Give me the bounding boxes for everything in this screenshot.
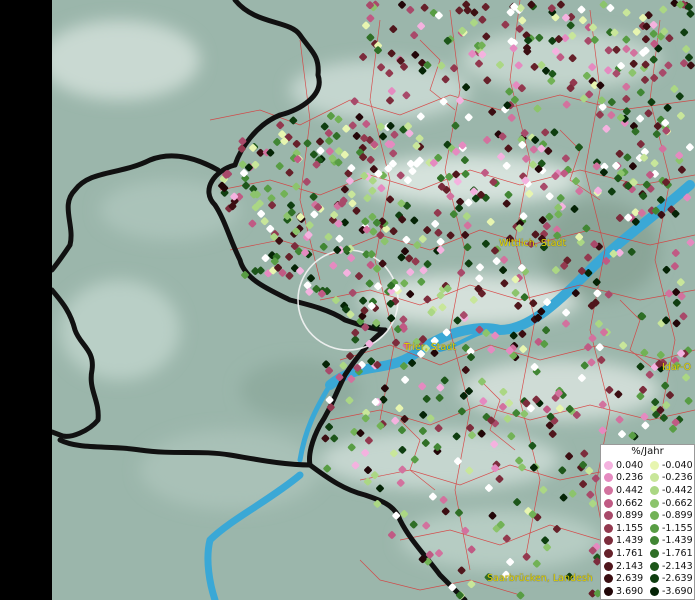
legend-label: -1.761 [662,547,693,559]
map-svg[interactable] [40,0,695,600]
legend-entry-positive: 0.442 [601,485,647,496]
legend-swatch [650,473,659,483]
legend-swatch [650,548,659,558]
legend-entry-negative: -0.040 [647,460,693,471]
legend-label: -0.442 [662,484,693,496]
legend-row: 0.899 -0.899 [601,509,694,522]
legend-row: 2.639 -2.639 [601,572,694,585]
legend-swatch [604,586,613,596]
legend-swatch [604,498,613,508]
legend-swatch [650,460,659,470]
legend-entry-negative: -0.662 [647,498,693,509]
legend-swatch [650,485,659,495]
legend-swatch [650,561,659,571]
legend-swatch [604,561,613,571]
legend-entry-positive: 2.639 [601,573,647,584]
legend-label: -1.155 [662,522,693,534]
legend-label: -0.040 [662,459,693,471]
place-label-wittlich: Wittlich, Stadt [499,238,567,249]
legend-swatch [604,536,613,546]
legend-swatch [604,574,613,584]
legend-label: 1.439 [616,535,644,547]
place-label-trier: Trier, Stadt [404,342,457,353]
legend-swatch [604,511,613,521]
legend-label: 0.236 [616,472,644,484]
legend-swatch [650,498,659,508]
legend-entry-negative: -0.442 [647,485,693,496]
legend-label: -1.439 [662,535,693,547]
legend-row: 1.761 -1.761 [601,547,694,560]
legend-label: 1.761 [616,547,644,559]
map-canvas[interactable] [40,0,695,600]
legend-label: 0.040 [616,459,644,471]
left-black-margin [0,0,52,600]
legend-entry-positive: 2.143 [601,561,647,572]
legend-swatch [650,536,659,546]
legend-row: 0.236 -0.236 [601,472,694,485]
legend-swatch [650,586,659,596]
legend-label: 2.639 [616,573,644,585]
legend-swatch [604,523,613,533]
legend-label: 0.442 [616,484,644,496]
legend-entry-positive: 0.662 [601,498,647,509]
legend-swatch [650,511,659,521]
legend-label: -0.662 [662,497,693,509]
legend-swatch [604,485,613,495]
legend-label: 1.155 [616,522,644,534]
legend-label: 3.690 [616,585,644,597]
legend-label: 0.899 [616,510,644,522]
legend-row: 1.155 -1.155 [601,522,694,535]
legend-label: -3.690 [662,585,693,597]
map-viewer: Wittlich, Stadt Trier, Stadt Idar-O Saar… [0,0,695,600]
legend-entry-negative: -0.236 [647,472,693,483]
legend-label: -2.639 [662,573,693,585]
legend-swatch [604,473,613,483]
legend-title: %/Jahr [631,446,664,457]
legend-swatch [650,523,659,533]
legend-label: -2.143 [662,560,693,572]
legend-entry-positive: 3.690 [601,586,647,597]
legend-label: 2.143 [616,560,644,572]
legend-swatch [650,574,659,584]
legend-entry-positive: 0.899 [601,510,647,521]
legend-entry-positive: 1.439 [601,535,647,546]
legend-row: 3.690 -3.690 [601,585,694,598]
legend-swatch [604,460,613,470]
legend-entry-negative: -1.761 [647,548,693,559]
legend-row: 0.662 -0.662 [601,497,694,510]
legend-row: 2.143 -2.143 [601,560,694,573]
legend-row: 1.439 -1.439 [601,535,694,548]
legend-row: 0.040 -0.040 [601,459,694,472]
legend-entry-negative: -2.639 [647,573,693,584]
legend-label: -0.236 [662,472,693,484]
legend-entry-positive: 1.761 [601,548,647,559]
legend-entry-positive: 1.155 [601,523,647,534]
legend: %/Jahr 0.040 -0.040 0.236 -0.236 0.442 -0.442… [600,444,695,600]
legend-label: 0.662 [616,497,644,509]
legend-label: -0.899 [662,510,693,522]
legend-row: 0.442 -0.442 [601,484,694,497]
legend-entry-negative: -3.690 [647,586,693,597]
legend-entry-negative: -2.143 [647,561,693,572]
legend-swatch [604,548,613,558]
legend-entry-negative: -1.439 [647,535,693,546]
place-label-idar: Idar-O [662,362,692,373]
legend-entry-negative: -1.155 [647,523,693,534]
legend-entry-positive: 0.236 [601,472,647,483]
legend-entry-positive: 0.040 [601,460,647,471]
place-label-saarbruecken: Saarbrücken, Landesh [487,573,593,584]
legend-entry-negative: -0.899 [647,510,693,521]
legend-rows: 0.040 -0.040 0.236 -0.236 0.442 -0.442 0.662 -0… [601,459,694,598]
